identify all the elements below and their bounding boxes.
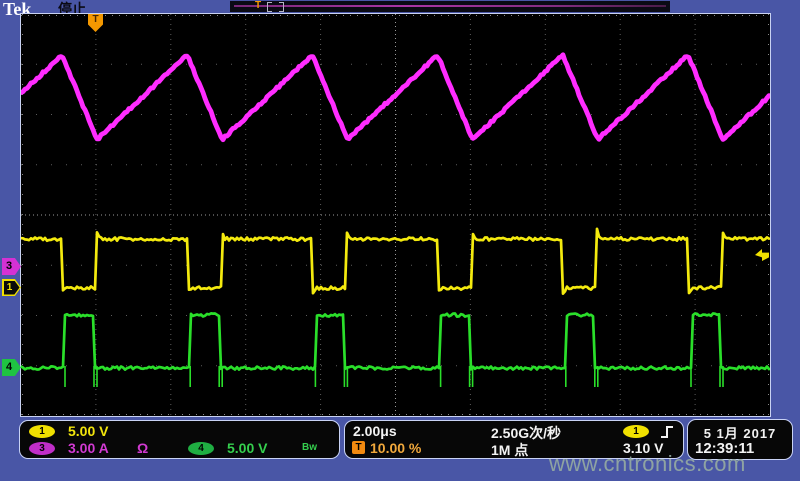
ch1-badge[interactable]: 1: [29, 425, 55, 438]
timebase-readout: 2.00μs: [353, 423, 397, 439]
record-view-bar: T: [230, 1, 670, 12]
ch1-scale-readout: 5.00 V: [68, 423, 108, 439]
ch3-scale-readout: 3.00 A: [68, 440, 109, 456]
bandwidth-limit-indicator: Bw: [302, 442, 317, 453]
graticule-and-traces: [21, 14, 770, 416]
waveform-display: [20, 13, 771, 417]
oscilloscope-screen: Tek 停止 T T 3 1 4 1 5.00 V 3 3.00 A Ω 4 5…: [0, 0, 800, 481]
record-window-bracket-right-icon: [279, 2, 284, 12]
record-length-readout: 1M 点: [491, 440, 528, 460]
trigger-position-icon: T: [352, 441, 365, 454]
trigger-position-readout: 10.00 %: [370, 440, 421, 456]
trigger-source-badge[interactable]: 1: [623, 425, 649, 438]
ch3-impedance-readout: Ω: [137, 440, 148, 456]
channel-1-ground-marker[interactable]: 1: [2, 279, 21, 296]
ch4-badge[interactable]: 4: [188, 442, 214, 455]
channel-1-ground-marker-label: 1: [4, 281, 20, 295]
ch4-scale-readout: 5.00 V: [227, 440, 267, 456]
top-status-bar: Tek 停止 T: [0, 0, 800, 13]
record-view-line: [234, 5, 666, 7]
channel-4-ground-marker[interactable]: 4: [2, 359, 21, 376]
watermark: www.cntronics.com: [549, 451, 746, 477]
record-trigger-marker[interactable]: T: [255, 0, 261, 11]
record-window-bracket-left-icon: [267, 2, 272, 12]
channel-readout-panel: 1 5.00 V 3 3.00 A Ω 4 5.00 V Bw: [19, 420, 340, 459]
rising-edge-icon: [659, 424, 675, 439]
channel-3-ground-marker[interactable]: 3: [2, 258, 21, 275]
ch3-badge[interactable]: 3: [29, 442, 55, 455]
